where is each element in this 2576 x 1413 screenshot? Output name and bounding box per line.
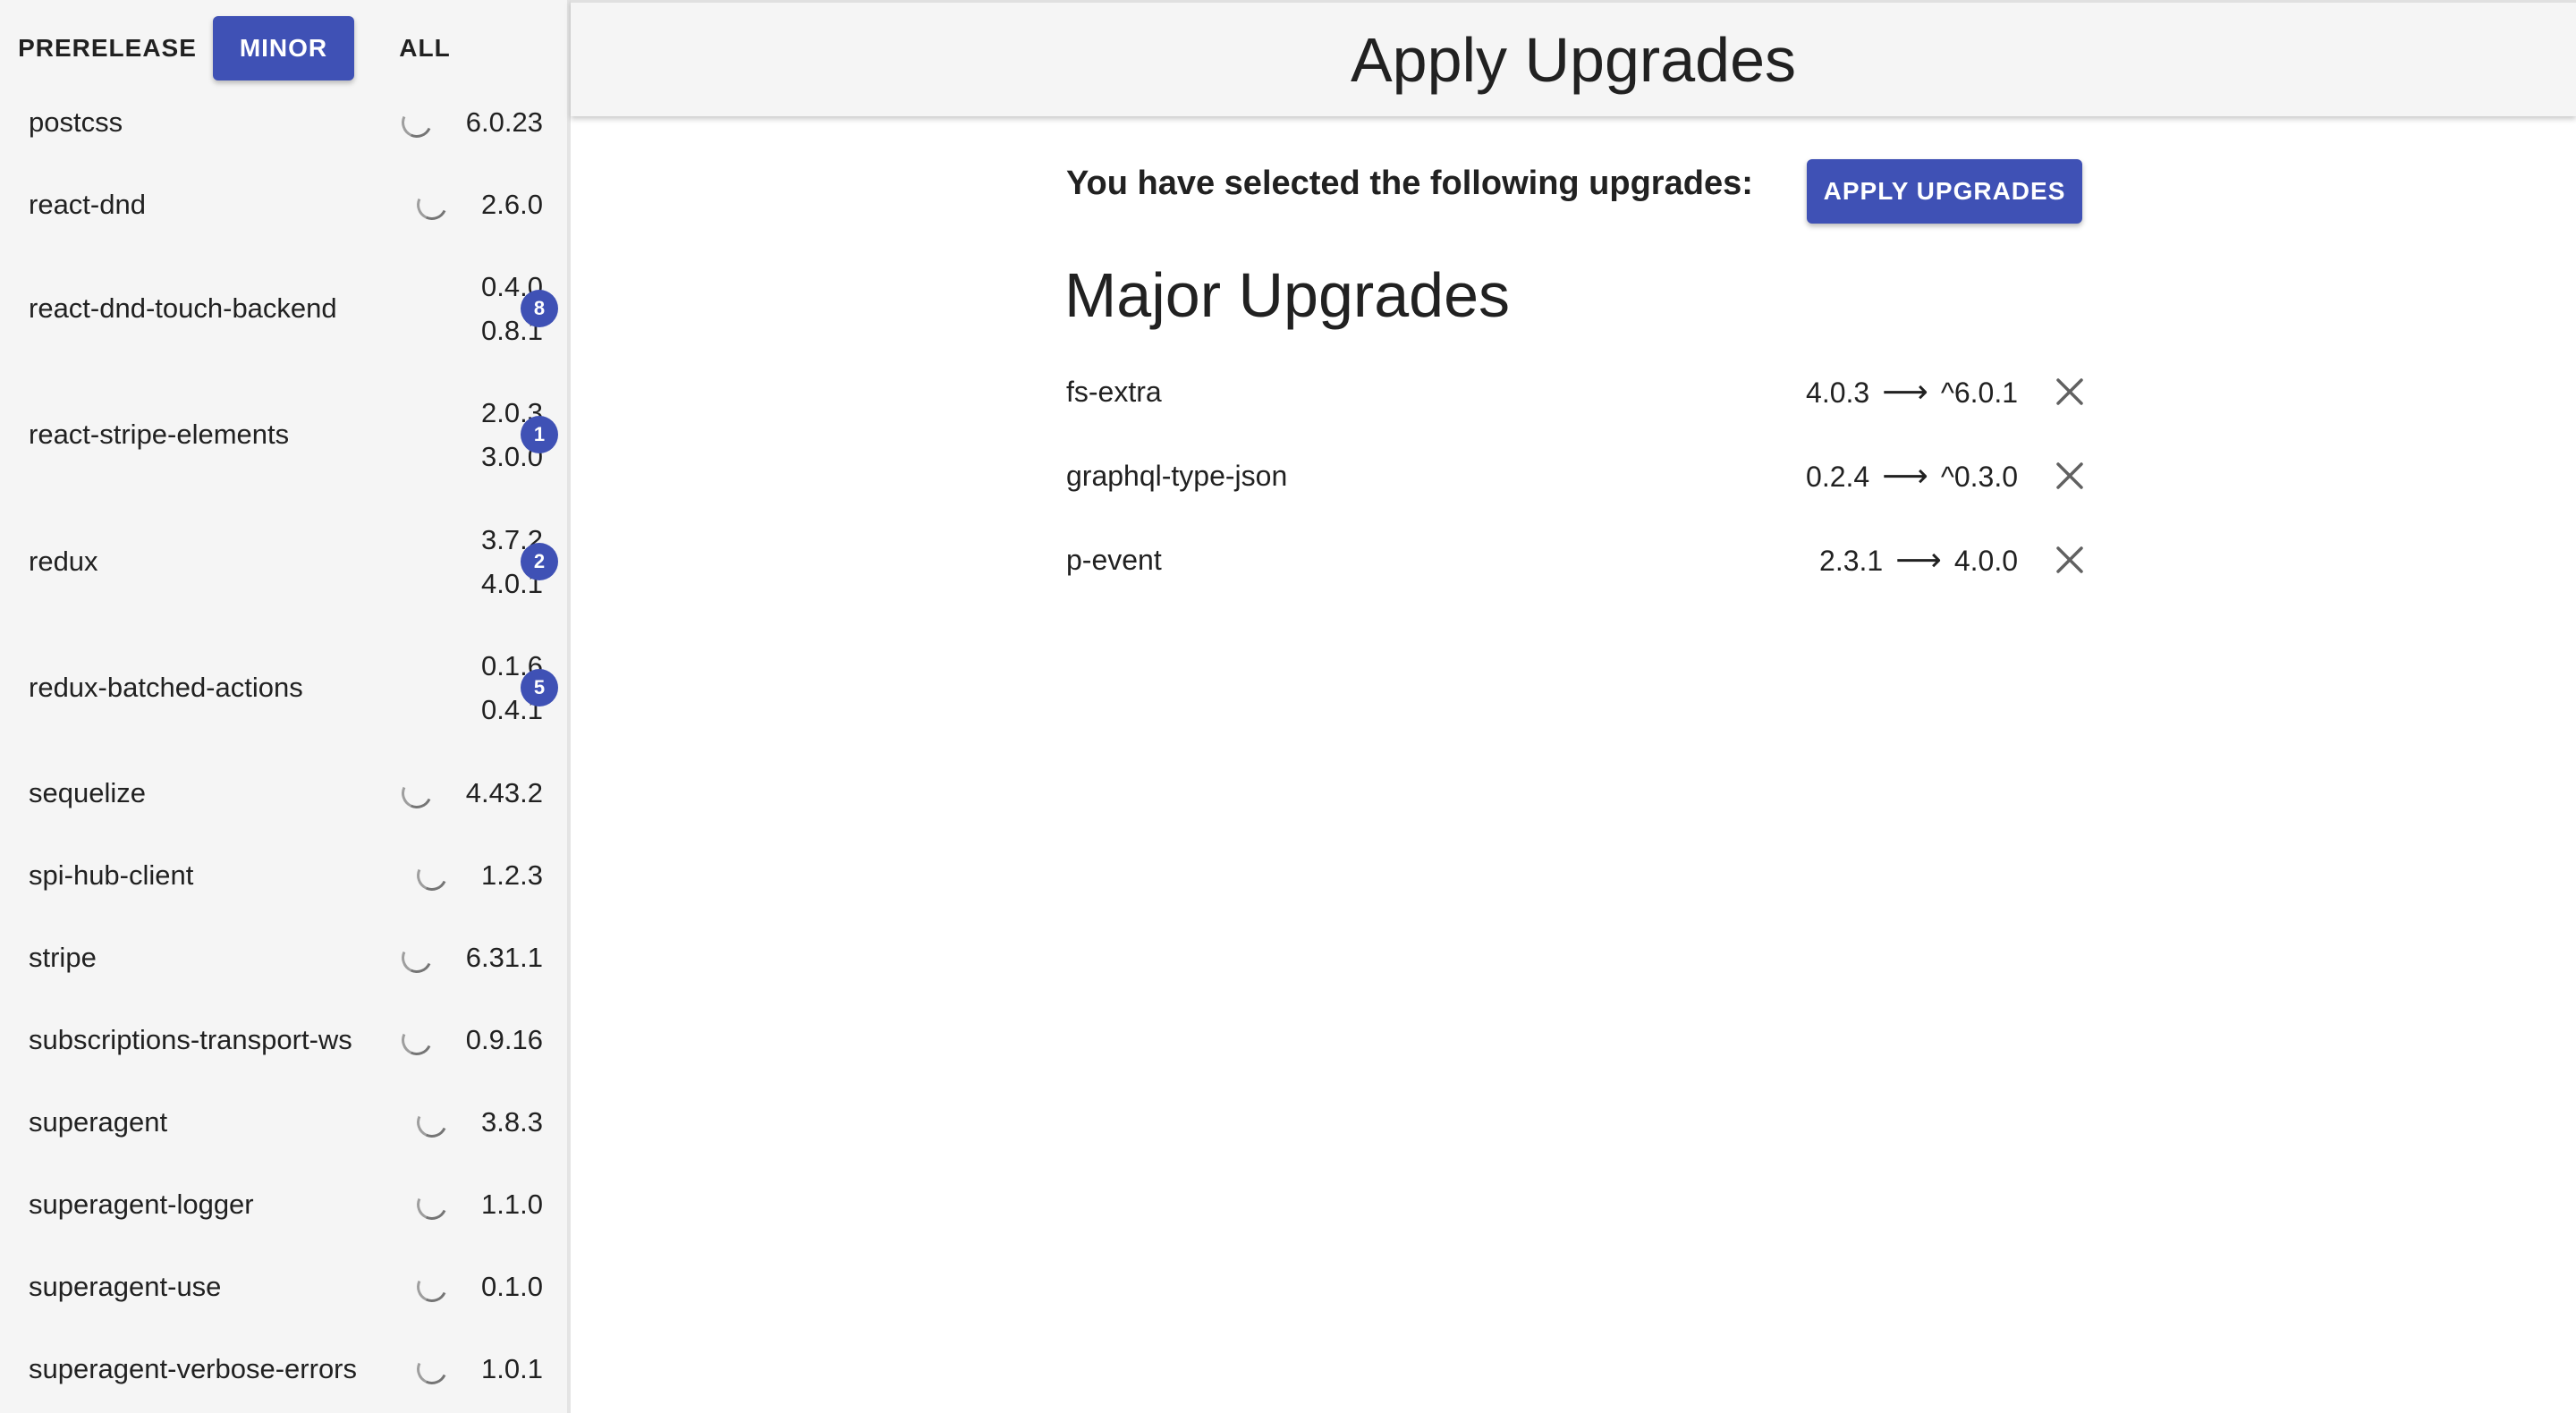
loading-spinner-icon xyxy=(412,1350,452,1389)
package-name: redux-batched-actions xyxy=(29,672,303,703)
selection-prompt: You have selected the following upgrades… xyxy=(1066,165,1753,202)
upgrade-package-name: p-event xyxy=(1066,544,1162,576)
package-version: 3.8.3 xyxy=(481,1106,543,1138)
package-version: 6.31.1 xyxy=(465,942,543,973)
update-count-badge: 5 xyxy=(521,669,558,706)
upgrade-versions: 0.2.4 ⟶ ^0.3.0 xyxy=(1806,449,2018,503)
upgrade-package-name: graphql-type-json xyxy=(1066,460,1288,492)
package-version: 0.9.16 xyxy=(465,1024,543,1055)
upgrade-to-version: 4.0.0 xyxy=(1953,545,2018,577)
upgrade-from-version: 4.0.3 xyxy=(1806,377,1870,409)
update-count-badge: 8 xyxy=(521,290,558,327)
upgrade-to-version: ^6.0.1 xyxy=(1940,377,2018,409)
update-count-badge: 2 xyxy=(521,543,558,580)
package-name: postcss xyxy=(29,106,123,138)
package-name: superagent-verbose-errors xyxy=(29,1353,358,1384)
package-name: stripe xyxy=(29,942,97,973)
package-name: react-dnd-touch-backend xyxy=(29,292,337,324)
package-name: react-dnd xyxy=(29,189,146,220)
loading-spinner-icon xyxy=(412,1267,452,1307)
arrow-right-icon: ⟶ xyxy=(1895,541,1942,578)
upgrade-row: fs-extra 4.0.3 ⟶ ^6.0.1 xyxy=(1066,365,2086,419)
apply-upgrades-button[interactable]: APPLY UPGRADES xyxy=(1807,159,2082,224)
package-name: redux xyxy=(29,546,98,577)
package-version: 2.6.0 xyxy=(481,189,543,220)
sidebar: PRERELEASE MINOR ALL postcss 6.0.23 react-… xyxy=(0,0,571,1413)
package-version: 1.1.0 xyxy=(481,1189,543,1220)
remove-icon[interactable] xyxy=(2054,544,2086,576)
tab-all[interactable]: ALL xyxy=(376,16,474,80)
upgrade-row: p-event 2.3.1 ⟶ 4.0.0 xyxy=(1066,533,2086,587)
tab-minor[interactable]: MINOR xyxy=(213,16,354,80)
loading-spinner-icon xyxy=(397,938,436,977)
upgrade-versions: 4.0.3 ⟶ ^6.0.1 xyxy=(1806,365,2018,419)
page-header: Apply Upgrades xyxy=(571,0,2576,116)
loading-spinner-icon xyxy=(397,103,436,142)
arrow-right-icon: ⟶ xyxy=(1882,373,1928,410)
package-version: 4.43.2 xyxy=(465,777,543,808)
upgrade-row: graphql-type-json 0.2.4 ⟶ ^0.3.0 xyxy=(1066,449,2086,503)
package-name: spi-hub-client xyxy=(29,859,194,891)
package-version: 6.0.23 xyxy=(465,106,543,138)
section-title-major: Major Upgrades xyxy=(1064,260,1510,330)
loading-spinner-icon xyxy=(397,774,436,813)
upgrade-from-version: 0.2.4 xyxy=(1806,461,1870,493)
page-title: Apply Upgrades xyxy=(1350,25,1797,95)
package-version: 0.1.0 xyxy=(481,1271,543,1302)
tab-prerelease[interactable]: PRERELEASE xyxy=(18,16,197,80)
package-version: 1.2.3 xyxy=(481,859,543,891)
package-name: subscriptions-transport-ws xyxy=(29,1024,352,1055)
upgrade-versions: 2.3.1 ⟶ 4.0.0 xyxy=(1819,533,2018,588)
package-version: 1.0.1 xyxy=(481,1353,543,1384)
upgrade-from-version: 2.3.1 xyxy=(1819,545,1884,577)
loading-spinner-icon xyxy=(412,1185,452,1224)
package-name: react-stripe-elements xyxy=(29,419,290,450)
update-count-badge: 1 xyxy=(521,416,558,453)
package-name: sequelize xyxy=(29,777,146,808)
upgrade-to-version: ^0.3.0 xyxy=(1940,461,2018,493)
loading-spinner-icon xyxy=(412,856,452,895)
package-name: superagent xyxy=(29,1106,168,1138)
loading-spinner-icon xyxy=(397,1020,436,1060)
package-name: superagent-logger xyxy=(29,1189,254,1220)
arrow-right-icon: ⟶ xyxy=(1882,457,1928,494)
loading-spinner-icon xyxy=(412,185,452,224)
remove-icon[interactable] xyxy=(2054,460,2086,492)
remove-icon[interactable] xyxy=(2054,376,2086,408)
filter-tabs: PRERELEASE MINOR ALL xyxy=(0,16,567,80)
package-name: superagent-use xyxy=(29,1271,222,1302)
loading-spinner-icon xyxy=(412,1103,452,1142)
upgrade-package-name: fs-extra xyxy=(1066,376,1162,408)
